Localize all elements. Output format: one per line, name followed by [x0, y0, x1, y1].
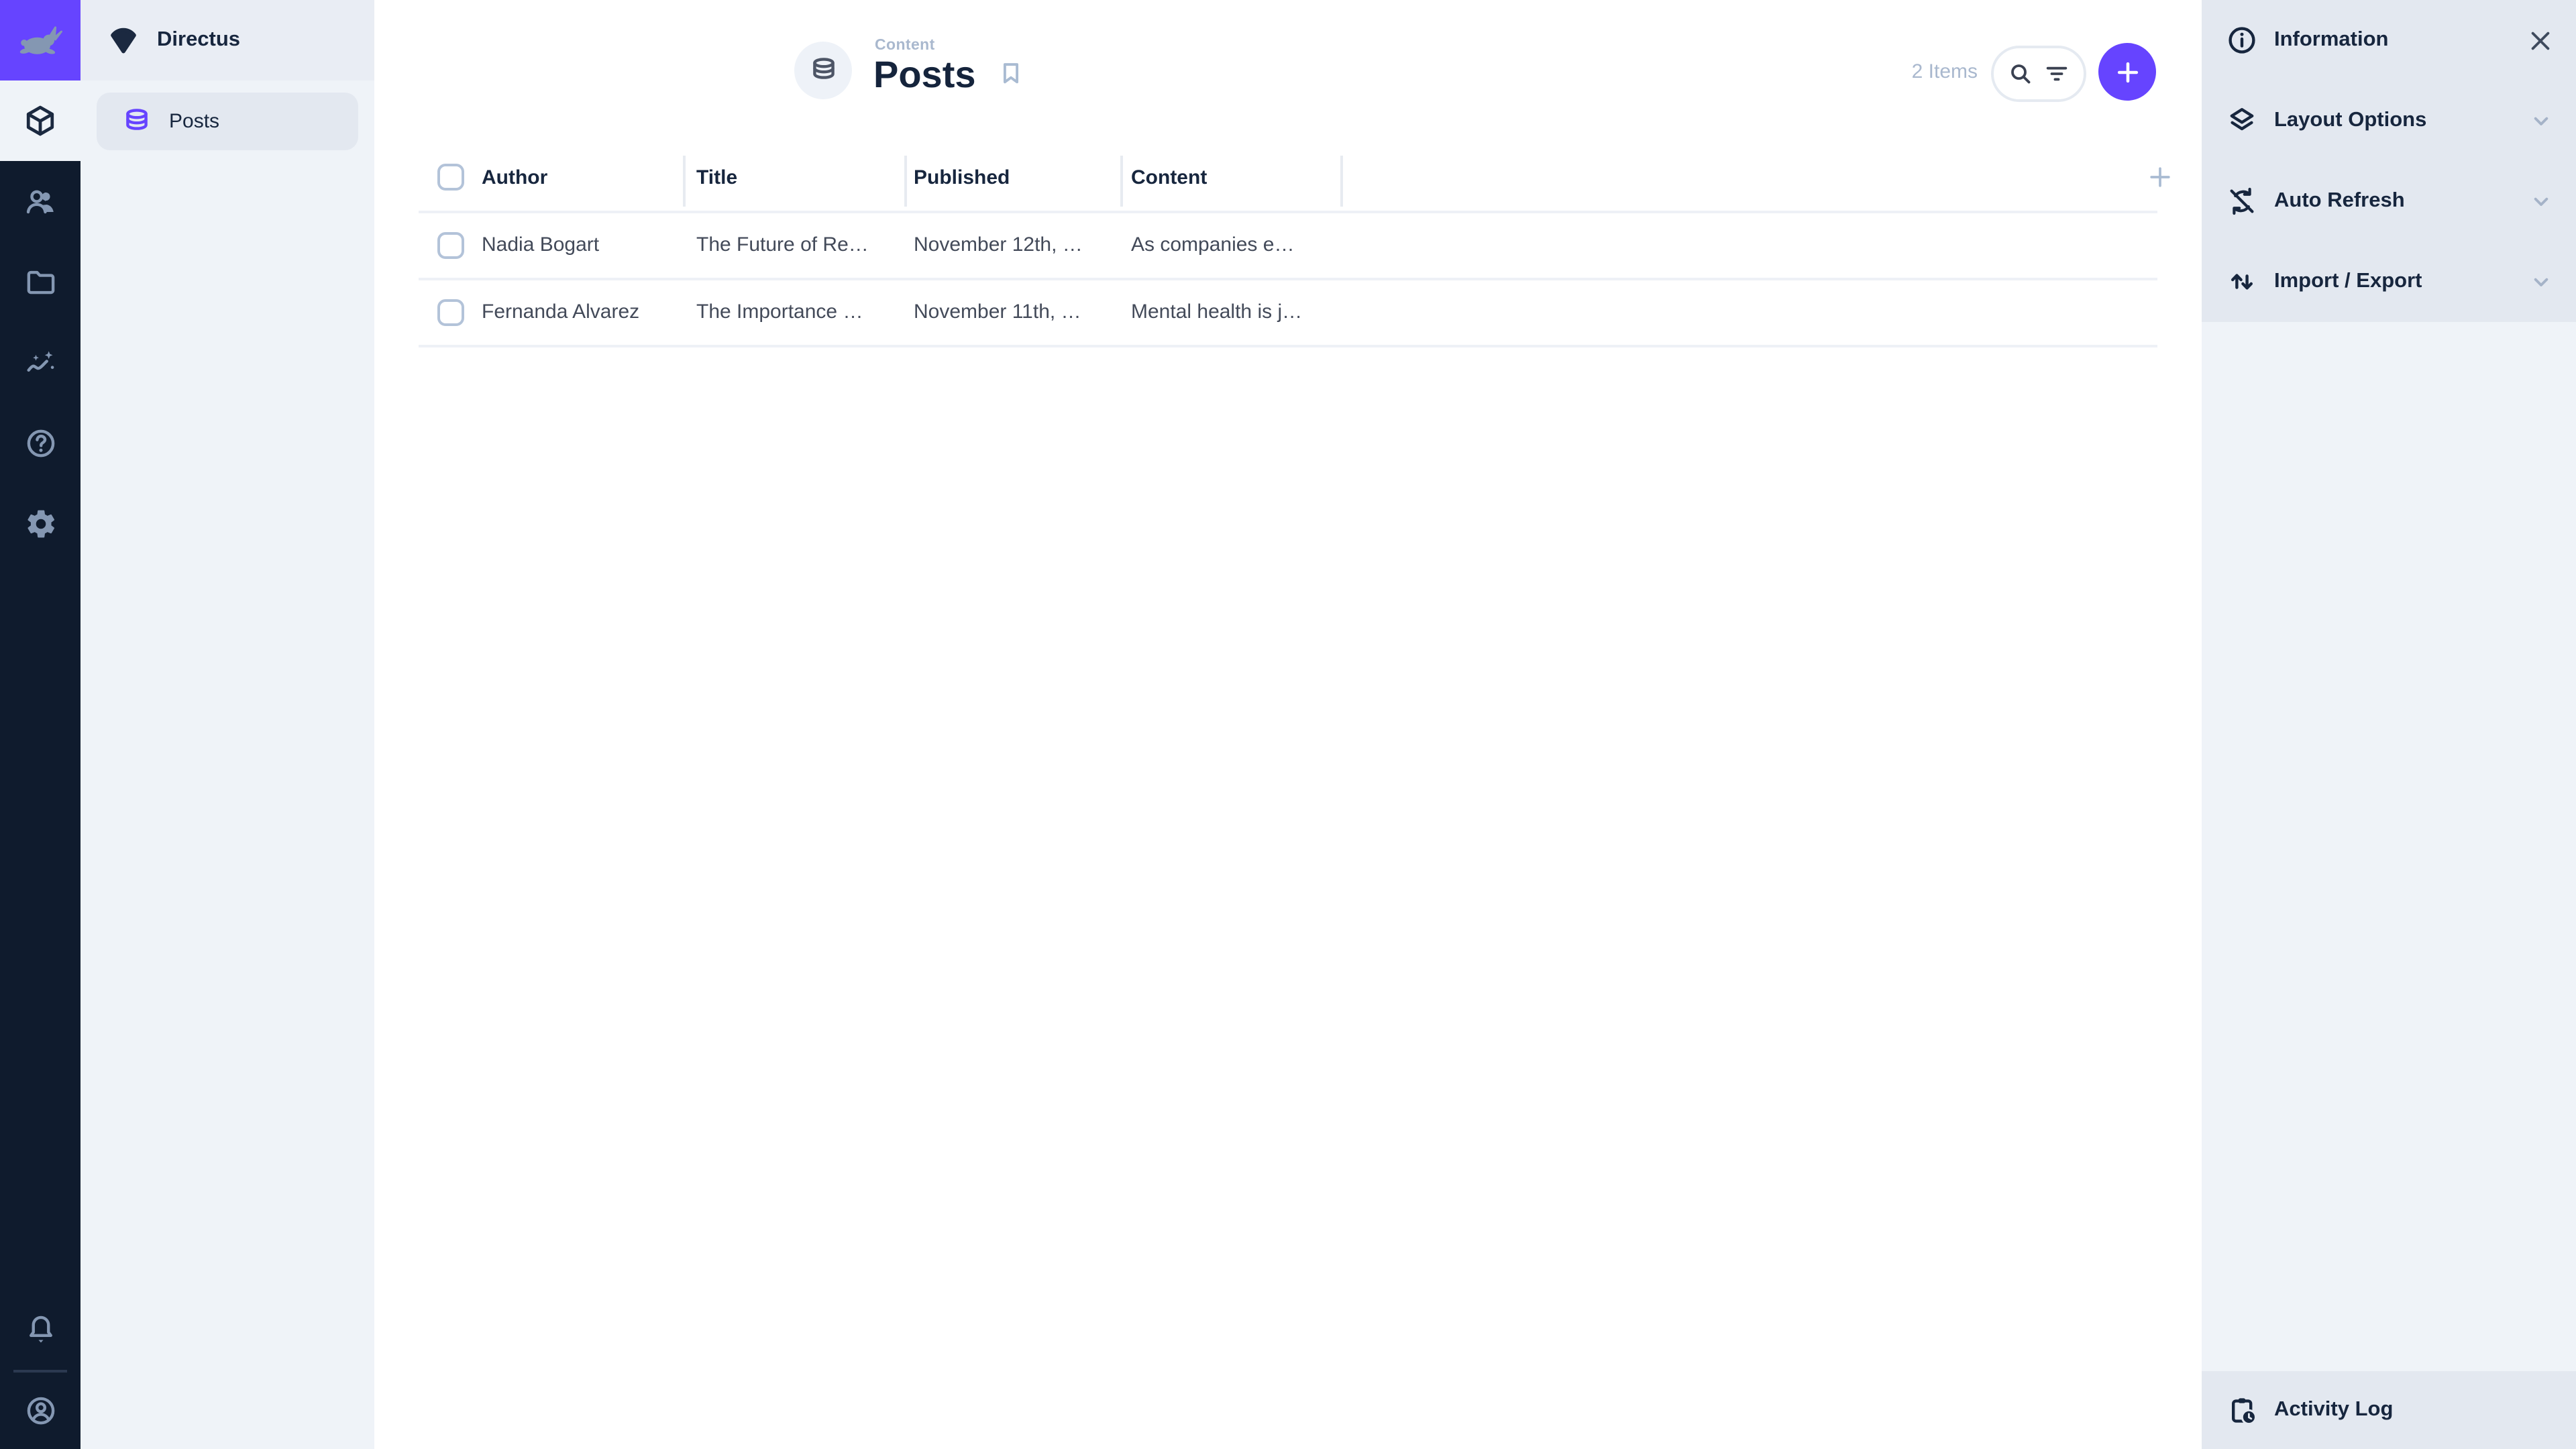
- table-header: Author Title Published Content: [374, 145, 2202, 211]
- table-row[interactable]: Fernanda Alvarez The Importance … Novemb…: [374, 280, 2157, 345]
- help-icon: [26, 429, 54, 457]
- module-file-library[interactable]: [0, 241, 80, 322]
- module-bar: [0, 0, 80, 1449]
- section-label: Information: [2274, 28, 2389, 51]
- search-icon[interactable]: [2007, 60, 2034, 87]
- activity-log-label: Activity Log: [2274, 1398, 2394, 1421]
- database-icon: [126, 108, 148, 129]
- module-insights[interactable]: [0, 322, 80, 402]
- sidebar-section-layout-options[interactable]: Layout Options: [2202, 80, 2576, 161]
- avatar-icon: [26, 1396, 54, 1424]
- gear-icon: [27, 509, 54, 537]
- rabbit-logo-icon: [19, 26, 63, 54]
- row-checkbox[interactable]: [437, 299, 464, 326]
- cell-content: As companies e…: [1131, 233, 1295, 256]
- search-filter-pill: [1991, 46, 2086, 102]
- close-icon[interactable]: [2526, 26, 2555, 54]
- cell-title: The Importance …: [696, 301, 863, 323]
- column-header-published[interactable]: Published: [914, 145, 1010, 211]
- table-row[interactable]: Nadia Bogart The Future of Re… November …: [374, 213, 2157, 278]
- activity-log-button[interactable]: Activity Log: [2202, 1371, 2576, 1449]
- cell-published: November 12th, …: [914, 233, 1083, 256]
- app-window: Directus Posts Content Posts 2 Items Aut…: [0, 0, 2576, 1449]
- column-divider[interactable]: [683, 156, 686, 207]
- sidebar-item-posts[interactable]: Posts: [97, 93, 358, 150]
- item-count: 2 Items: [1911, 60, 1978, 83]
- nav-item-label: Posts: [169, 110, 220, 133]
- cell-author: Fernanda Alvarez: [482, 301, 640, 323]
- column-header-title[interactable]: Title: [696, 145, 737, 211]
- sidebar-section-import-export[interactable]: Import / Export: [2202, 241, 2576, 322]
- cell-published: November 11th, …: [914, 301, 1081, 323]
- cell-title: The Future of Re…: [696, 233, 869, 256]
- add-column-button[interactable]: [2145, 162, 2175, 192]
- box-icon: [26, 105, 54, 136]
- main-content: Content Posts 2 Items Author Title Publi…: [374, 0, 2202, 1449]
- chevron-down-icon: [2528, 107, 2555, 134]
- cell-content: Mental health is j…: [1131, 301, 1303, 323]
- project-header[interactable]: Directus: [80, 0, 374, 80]
- insights-icon: [26, 350, 54, 372]
- chevron-down-icon: [2528, 268, 2555, 295]
- project-name: Directus: [157, 28, 241, 51]
- bookmark-icon[interactable]: [997, 59, 1025, 87]
- breadcrumb: Content: [875, 38, 935, 54]
- chevron-down-icon: [2528, 188, 2555, 215]
- module-help[interactable]: [0, 402, 80, 483]
- database-icon: [812, 57, 834, 78]
- column-header-author[interactable]: Author: [482, 145, 547, 211]
- section-label: Import / Export: [2274, 270, 2422, 292]
- collection-icon-button: [794, 42, 852, 99]
- create-item-button[interactable]: [2098, 43, 2156, 101]
- sidebar-section-auto-refresh[interactable]: Auto Refresh: [2202, 161, 2576, 241]
- project-logo-icon: [111, 28, 136, 54]
- column-divider[interactable]: [1340, 156, 1343, 207]
- notifications-button[interactable]: [0, 1288, 80, 1368]
- right-sidebar: Information Layout Options Auto Refresh …: [2202, 0, 2576, 1449]
- row-separator: [419, 345, 2157, 347]
- column-divider[interactable]: [1120, 156, 1123, 207]
- row-checkbox[interactable]: [437, 232, 464, 259]
- section-label: Auto Refresh: [2274, 189, 2405, 212]
- layers-icon: [2230, 108, 2254, 131]
- plus-icon: [2116, 61, 2138, 83]
- cell-author: Nadia Bogart: [482, 233, 600, 256]
- filter-icon[interactable]: [2043, 60, 2070, 87]
- module-settings[interactable]: [0, 483, 80, 564]
- select-all-checkbox[interactable]: [437, 164, 464, 191]
- column-header-content[interactable]: Content: [1131, 145, 1207, 211]
- section-label: Layout Options: [2274, 109, 2427, 131]
- page-title: Posts: [873, 54, 976, 95]
- folder-icon: [26, 270, 54, 294]
- sync-disabled-icon: [2230, 187, 2254, 215]
- directus-logo-button[interactable]: [0, 0, 80, 80]
- plus-icon: [2150, 167, 2170, 187]
- account-button[interactable]: [0, 1371, 80, 1449]
- module-content[interactable]: [0, 80, 80, 161]
- module-user-directory[interactable]: [0, 161, 80, 241]
- column-divider[interactable]: [904, 156, 907, 207]
- info-icon: [2229, 27, 2255, 54]
- clipboard-clock-icon: [2231, 1398, 2257, 1425]
- swap-vertical-icon: [2231, 274, 2253, 290]
- people-icon: [25, 189, 53, 213]
- sidebar-section-information[interactable]: Information: [2202, 0, 2576, 80]
- bell-icon: [29, 1315, 52, 1342]
- nav-sidebar: Directus Posts: [80, 0, 374, 1449]
